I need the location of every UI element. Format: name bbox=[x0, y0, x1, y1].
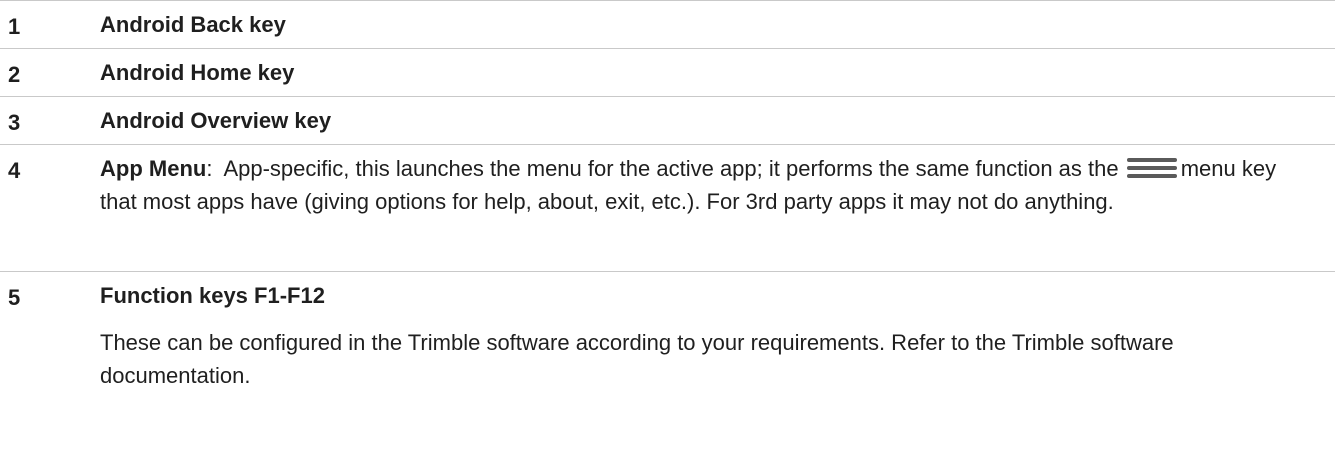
key-term: Function keys F1-F12 bbox=[100, 283, 325, 308]
table-row: 3 Android Overview key bbox=[0, 97, 1335, 145]
row-content: Android Overview key bbox=[100, 97, 1315, 137]
key-term: Android Back key bbox=[100, 12, 286, 37]
table-row: 5 Function keys F1-F12 These can be conf… bbox=[0, 272, 1335, 449]
row-content: Android Back key bbox=[100, 1, 1315, 41]
key-term: App Menu bbox=[100, 156, 207, 181]
row-number: 3 bbox=[8, 110, 21, 135]
row-number: 4 bbox=[8, 158, 21, 183]
key-term: Android Home key bbox=[100, 60, 295, 85]
key-description-table: 1 Android Back key 2 Android Home key 3 … bbox=[0, 0, 1335, 449]
row-content: App Menu: App-specific, this launches th… bbox=[100, 145, 1315, 218]
key-description: App-specific, this launches the menu for… bbox=[212, 156, 1119, 181]
row-content: Android Home key bbox=[100, 49, 1315, 89]
row-number: 1 bbox=[8, 14, 21, 39]
key-term: Android Overview key bbox=[100, 108, 332, 133]
row-content: Function keys F1-F12 These can be config… bbox=[100, 272, 1315, 392]
row-number: 2 bbox=[8, 62, 21, 87]
table-row: 1 Android Back key bbox=[0, 1, 1335, 49]
hamburger-menu-icon bbox=[1126, 157, 1177, 179]
table-row: 4 App Menu: App-specific, this launches … bbox=[0, 145, 1335, 272]
table-row: 2 Android Home key bbox=[0, 49, 1335, 97]
key-description: These can be configured in the Trimble s… bbox=[100, 330, 1174, 388]
row-number: 5 bbox=[8, 285, 21, 310]
